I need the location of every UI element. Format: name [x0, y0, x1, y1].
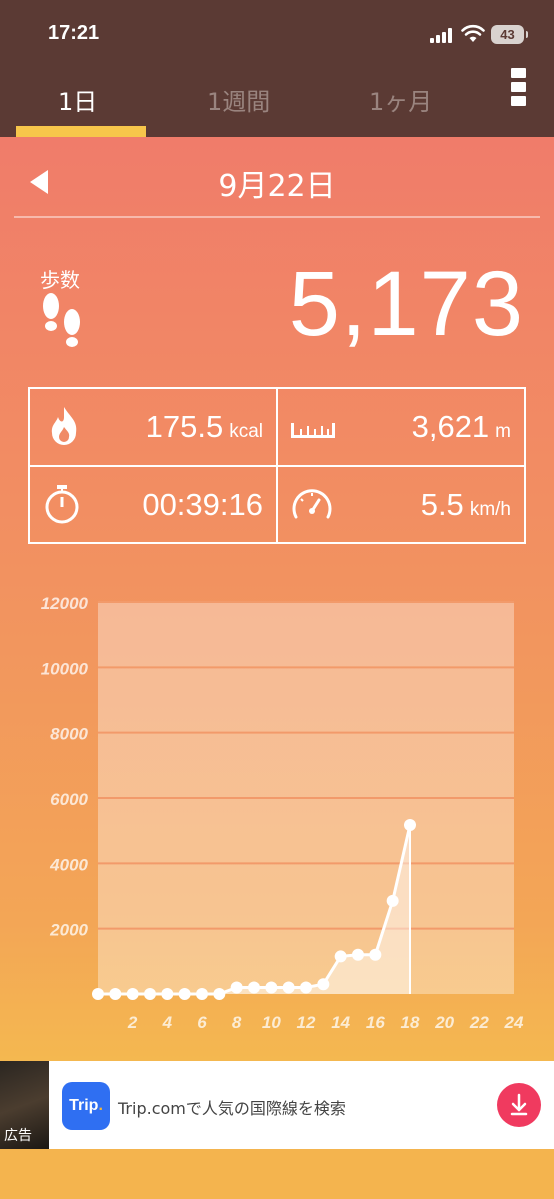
data-point	[352, 948, 364, 961]
status-time: 17:21	[48, 22, 100, 44]
footprints-icon	[43, 293, 80, 347]
distance-unit: m	[495, 421, 511, 442]
flame-icon	[51, 407, 77, 445]
x-tick-label: 10	[262, 1013, 281, 1032]
calories-unit: kcal	[229, 421, 263, 442]
period-tabs: 1日 1週間 1ヶ月	[0, 70, 554, 137]
x-tick-label: 2	[127, 1013, 138, 1032]
trip-logo-text: Trip	[69, 1097, 99, 1114]
data-point	[196, 988, 208, 1000]
data-point	[317, 978, 330, 991]
x-tick-label: 6	[197, 1013, 207, 1032]
x-tick-label: 12	[297, 1013, 316, 1032]
data-point	[161, 988, 174, 1000]
data-point	[282, 981, 295, 994]
battery-icon: 43	[491, 25, 528, 44]
y-tick-label: 8000	[50, 725, 88, 744]
download-button[interactable]	[497, 1083, 541, 1127]
hourly-steps-chart: 200040006000800010000120002 4 6 8 10 12 14 16 18…	[41, 594, 524, 1032]
speed-value: 5.5 km/h	[421, 487, 511, 523]
calories-value: 175.5 kcal	[146, 409, 263, 445]
tab-week[interactable]: 1週間	[207, 82, 270, 117]
speed-unit: km/h	[469, 499, 511, 520]
y-tick-label: 2000	[49, 921, 88, 940]
data-point	[369, 948, 382, 961]
steps-label: 歩数	[40, 268, 80, 292]
tab-day[interactable]: 1日	[58, 82, 97, 117]
y-tick-label: 10000	[41, 659, 89, 678]
step-count: 5,173	[288, 253, 524, 355]
y-tick-label: 6000	[50, 790, 88, 809]
status-bar: 17:21 43	[0, 0, 554, 70]
data-point	[404, 819, 416, 832]
distance-number: 3,621	[411, 409, 490, 444]
ad-text: Trip.comで人気の国際線を検索	[118, 1099, 346, 1118]
wifi-icon	[461, 24, 485, 42]
app-header: 17:21 43 1日 1週間 1ヶ月	[0, 0, 554, 137]
active-tab-indicator	[16, 126, 146, 137]
data-point	[109, 988, 122, 1000]
x-tick-label: 8	[232, 1013, 242, 1032]
stopwatch-icon	[45, 485, 79, 524]
data-point	[178, 988, 191, 1000]
download-icon	[510, 1093, 528, 1116]
duration-value: 00:39:16	[142, 487, 263, 522]
y-tick-label: 4000	[49, 855, 88, 874]
ruler-icon	[291, 423, 335, 438]
x-tick-label: 14	[331, 1013, 350, 1032]
signal-icon	[430, 27, 456, 43]
x-tick-label: 24	[504, 1013, 524, 1032]
ad-thumbnail: 広告	[0, 1061, 49, 1149]
data-point	[126, 988, 139, 1000]
duration-cell: 00:39:16	[30, 467, 277, 544]
x-tick-label: 4	[162, 1013, 173, 1032]
data-point	[334, 950, 347, 963]
data-point	[248, 981, 260, 994]
data-point	[265, 981, 278, 994]
stats-grid: 175.5 kcal 3,621 m 00:39:16 5.5 km/h	[28, 387, 526, 544]
data-point	[386, 894, 399, 907]
x-tick-label: 18	[401, 1013, 420, 1032]
trip-logo: Trip.	[62, 1082, 110, 1130]
data-point	[300, 981, 312, 994]
calories-number: 175.5	[145, 409, 224, 444]
x-tick-label: 16	[366, 1013, 385, 1032]
data-point	[230, 981, 243, 994]
overflow-menu-icon[interactable]	[511, 68, 527, 108]
ad-banner[interactable]: 広告 Trip. Trip.comで人気の国際線を検索	[0, 1061, 554, 1149]
selected-date: 9月22日	[218, 169, 336, 204]
x-tick-label: 22	[469, 1013, 489, 1032]
x-tick-label: 20	[434, 1013, 454, 1032]
distance-value: 3,621 m	[412, 409, 511, 445]
data-point	[213, 988, 226, 1000]
distance-cell: 3,621 m	[278, 389, 525, 466]
ad-label: 広告	[4, 1128, 32, 1144]
speed-cell: 5.5 km/h	[278, 467, 525, 544]
data-point	[144, 988, 156, 1000]
speed-number: 5.5	[420, 487, 464, 522]
speedometer-icon	[292, 489, 332, 519]
tab-month[interactable]: 1ヶ月	[369, 82, 432, 117]
bottom-bar	[0, 1149, 554, 1199]
calories-cell: 175.5 kcal	[30, 389, 277, 466]
y-tick-label: 12000	[41, 594, 89, 613]
data-point	[92, 988, 104, 1000]
date-navigator: 9月22日	[0, 137, 554, 217]
divider	[14, 216, 540, 218]
